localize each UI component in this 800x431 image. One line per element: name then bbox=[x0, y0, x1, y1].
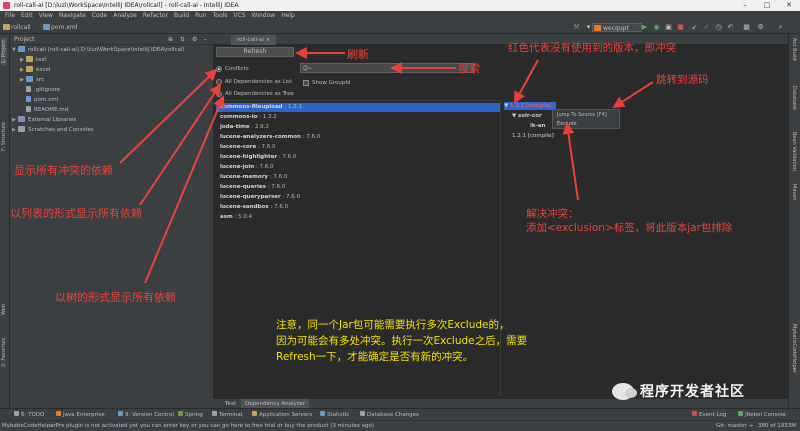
annotation-resolve-body: 添加<exclusion>标签，将此版本jar包排除 bbox=[526, 222, 733, 234]
status-bar: MybatisCodeHelperPro plugin is not activ… bbox=[0, 420, 800, 431]
note-line-3: Refresh一下，才能确定是否有新的冲突。 bbox=[276, 351, 474, 363]
exclude-arrow bbox=[562, 122, 579, 201]
memory-indicator[interactable]: 380 of 1933M bbox=[758, 421, 796, 431]
note-line-1: 注意，同一个Jar包可能需要执行多次Exclude的， bbox=[276, 319, 510, 331]
watermark: 程序开发者社区 bbox=[612, 381, 745, 401]
annotation-resolve-title: 解决冲突： bbox=[526, 208, 579, 220]
event-log-icon bbox=[692, 411, 697, 416]
list-arrow bbox=[139, 83, 222, 206]
todo-icon bbox=[14, 411, 19, 416]
red-version-arrow bbox=[514, 59, 539, 104]
wechat-logo-icon bbox=[612, 382, 637, 400]
spring-icon bbox=[178, 411, 183, 416]
status-message[interactable]: MybatisCodeHelperPro plugin is not activ… bbox=[2, 421, 374, 431]
annotation-show-conflicts: 显示所有冲突的依赖 bbox=[14, 164, 113, 177]
java-enterprise-icon bbox=[56, 411, 61, 416]
statistic-icon bbox=[320, 411, 325, 416]
database-icon bbox=[360, 411, 365, 416]
terminal-icon bbox=[212, 411, 217, 416]
annotation-jump-source: 跳转到源码 bbox=[656, 74, 709, 86]
jrebel-icon bbox=[738, 411, 743, 416]
annotation-search: 搜索 bbox=[458, 62, 480, 75]
server-icon bbox=[252, 411, 257, 416]
annotation-refresh: 刷新 bbox=[347, 48, 369, 61]
version-control-icon bbox=[118, 411, 123, 416]
annotation-show-list: 以列表的形式显示所有依赖 bbox=[10, 207, 142, 220]
tree-arrow bbox=[144, 95, 225, 284]
annotation-show-tree: 以树的形式显示所有依赖 bbox=[55, 291, 176, 304]
note-line-2: 因为可能会有多处冲突。执行一次Exclude之后，需要 bbox=[276, 335, 528, 347]
annotation-red-meaning: 红色代表没有使用到的版本，即冲突 bbox=[508, 42, 676, 54]
tool-window-bar: 6: TODO Java Enterprise 9: Version Contr… bbox=[0, 408, 800, 420]
git-branch-widget[interactable]: Git: master ÷ bbox=[716, 421, 753, 431]
jump-source-arrow bbox=[612, 81, 654, 109]
